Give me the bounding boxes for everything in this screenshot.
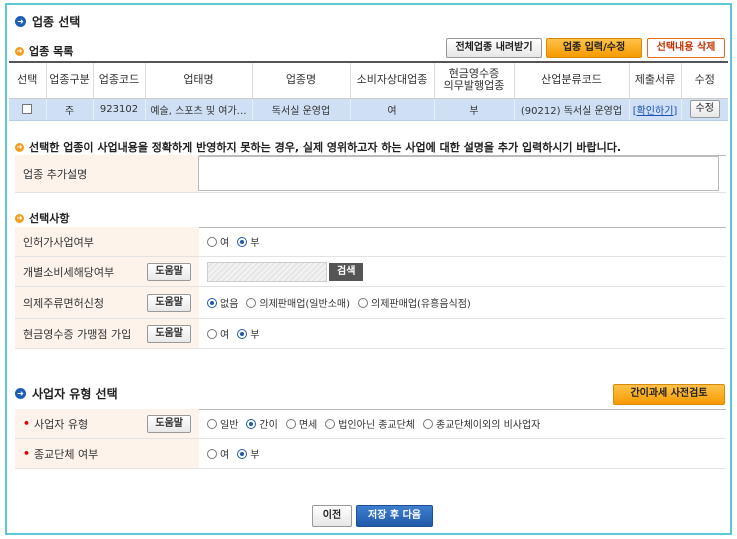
biz-type-simplified[interactable]: 간이 [246,416,278,431]
help-button[interactable]: 도움말 [147,324,191,343]
radio-icon [358,297,369,308]
arrow-icon: ➜ [15,388,26,399]
religious-option-no[interactable]: 부 [237,446,259,461]
biz-type-general[interactable]: 일반 [207,416,238,431]
selections-title-text: 선택사항 [29,212,70,225]
biz-type-religious[interactable]: 법인아닌 종교단체 [325,416,415,431]
biz-type-row: • 사업자 유형 도움말 일반 간이 면세 법인아닌 종교단체 종교단체이외의 … [15,409,726,439]
liquor-option-none[interactable]: 없음 [207,295,238,310]
save-next-button[interactable]: 저장 후 다음 [356,505,433,527]
radio-icon [423,418,433,429]
list-section-title-text: 업종 목록 [29,45,74,58]
edit-row-button[interactable]: 수정 [689,100,720,118]
cash-receipt-option-yes[interactable]: 여 [207,326,229,341]
notice: ➜ 선택한 업종이 사업내용을 정확하게 반영하지 못하는 경우, 실제 영위하… [15,139,621,155]
religious-option-yes[interactable]: 여 [207,446,229,461]
religious-label: 종교단체 여부 [34,447,99,461]
license-option-yes[interactable]: 여 [207,234,229,249]
liquor-option-entertainment[interactable]: 의제판매업(유흥음식점) [358,295,471,310]
extra-desc-label: 업종 추가설명 [15,155,199,192]
help-button[interactable]: 도움말 [147,414,191,433]
industry-table: 선택 업종구분 업종코드 업태명 업종명 소비자상대업종 현금영수증 의무발행업… [9,61,728,121]
cell-type: 주 [45,98,93,121]
radio-checked-icon [237,236,248,247]
col-header-docs: 제출서류 [628,61,681,99]
arrow-icon: ➜ [15,142,24,152]
arrow-icon: ➜ [15,46,24,56]
arrow-icon: ➜ [15,213,24,223]
help-button[interactable]: 도움말 [147,293,191,312]
main-panel: ➜ 업종 선택 ➜ 업종 목록 전체업종 내려받기 업종 입력/수정 선택내용 … [5,3,732,535]
cell-business-type: 예술, 스포츠 및 여가… [144,98,252,121]
religious-row: • 종교단체 여부 여 부 [15,439,726,469]
col-header-industry-code: 산업분류코드 [513,61,629,99]
prev-button[interactable]: 이전 [312,505,352,527]
page-title: ➜ 업종 선택 [15,13,80,30]
row-checkbox[interactable] [22,103,33,114]
cell-consumer: 여 [349,98,434,121]
page-title-text: 업종 선택 [32,15,81,29]
biz-type-title: ➜ 사업자 유형 선택 [15,385,118,402]
radio-checked-icon [246,418,257,429]
liquor-row: 의제주류면허신청 도움말 없음 의제판매업(일반소매) 의제판매업(유흥음식점) [15,287,726,319]
col-header-cash-receipt: 현금영수증 의무발행업종 [433,61,514,99]
radio-icon [207,448,217,459]
liquor-option-retail[interactable]: 의제판매업(일반소매) [246,295,350,310]
radio-checked-icon [237,448,248,459]
delete-selected-button[interactable]: 선택내용 삭제 [647,38,725,58]
col-header-code: 업종코드 [92,61,145,99]
cell-industry: 독서실 운영업 [251,98,350,121]
radio-icon [207,328,217,339]
cell-code: 923102 [92,98,145,121]
excise-row: 개별소비세해당여부 도움말 검색 [15,257,726,287]
biz-type-title-text: 사업자 유형 선택 [32,387,118,401]
liquor-label: 의제주류면허신청 [23,296,104,310]
radio-icon [207,418,217,429]
arrow-icon: ➜ [15,16,26,27]
col-header-consumer: 소비자상대업종 [349,61,434,99]
col-header-business-type: 업태명 [144,61,252,99]
radio-checked-icon [237,328,248,339]
help-button[interactable]: 도움말 [147,262,191,281]
extra-desc-input[interactable] [198,156,719,191]
col-header-edit: 수정 [680,61,728,99]
biz-type-exempt[interactable]: 면세 [285,416,317,431]
required-mark-icon: • [23,417,31,430]
notice-text: 선택한 업종이 사업내용을 정확하게 반영하지 못하는 경우, 실제 영위하고자… [29,141,622,154]
license-option-no[interactable]: 부 [237,234,259,249]
radio-icon [207,236,217,247]
col-header-type: 업종구분 [45,61,93,99]
radio-icon [285,418,296,429]
simplified-tax-precheck-button[interactable]: 간이과세 사전검토 [613,384,725,405]
radio-icon [246,297,257,308]
radio-checked-icon [207,297,217,308]
required-mark-icon: • [23,447,31,460]
col-header-select: 선택 [9,61,46,99]
search-button[interactable]: 검색 [329,262,364,281]
table-header-row: 선택 업종구분 업종코드 업태명 업종명 소비자상대업종 현금영수증 의무발행업… [9,61,728,99]
cash-receipt-row: 현금영수증 가맹점 가입 도움말 여 부 [15,319,726,349]
cash-receipt-label: 현금영수증 가맹점 가입 [23,327,132,341]
biz-type-label: 사업자 유형 [34,417,89,431]
list-section-title: ➜ 업종 목록 [15,43,73,59]
cell-cash-receipt: 부 [433,98,514,121]
excise-label: 개별소비세해당여부 [23,265,115,279]
confirm-docs-link[interactable]: [확인하기] [633,106,678,117]
selections-title: ➜ 선택사항 [15,210,69,226]
col-header-industry: 업종명 [251,61,350,99]
license-label: 인허가사업여부 [23,235,94,249]
license-row: 인허가사업여부 여 부 [15,227,726,257]
radio-icon [325,418,336,429]
download-all-button[interactable]: 전체업종 내려받기 [446,38,542,58]
cell-industry-code: (90212) 독서실 운영업 [513,98,629,121]
excise-input [207,261,327,282]
cash-receipt-option-no[interactable]: 부 [237,326,259,341]
input-edit-button[interactable]: 업종 입력/수정 [546,38,642,58]
table-row[interactable]: 주 923102 예술, 스포츠 및 여가… 독서실 운영업 여 부 (9021… [9,98,728,121]
biz-type-non-business[interactable]: 종교단체이외의 비사업자 [423,416,540,431]
